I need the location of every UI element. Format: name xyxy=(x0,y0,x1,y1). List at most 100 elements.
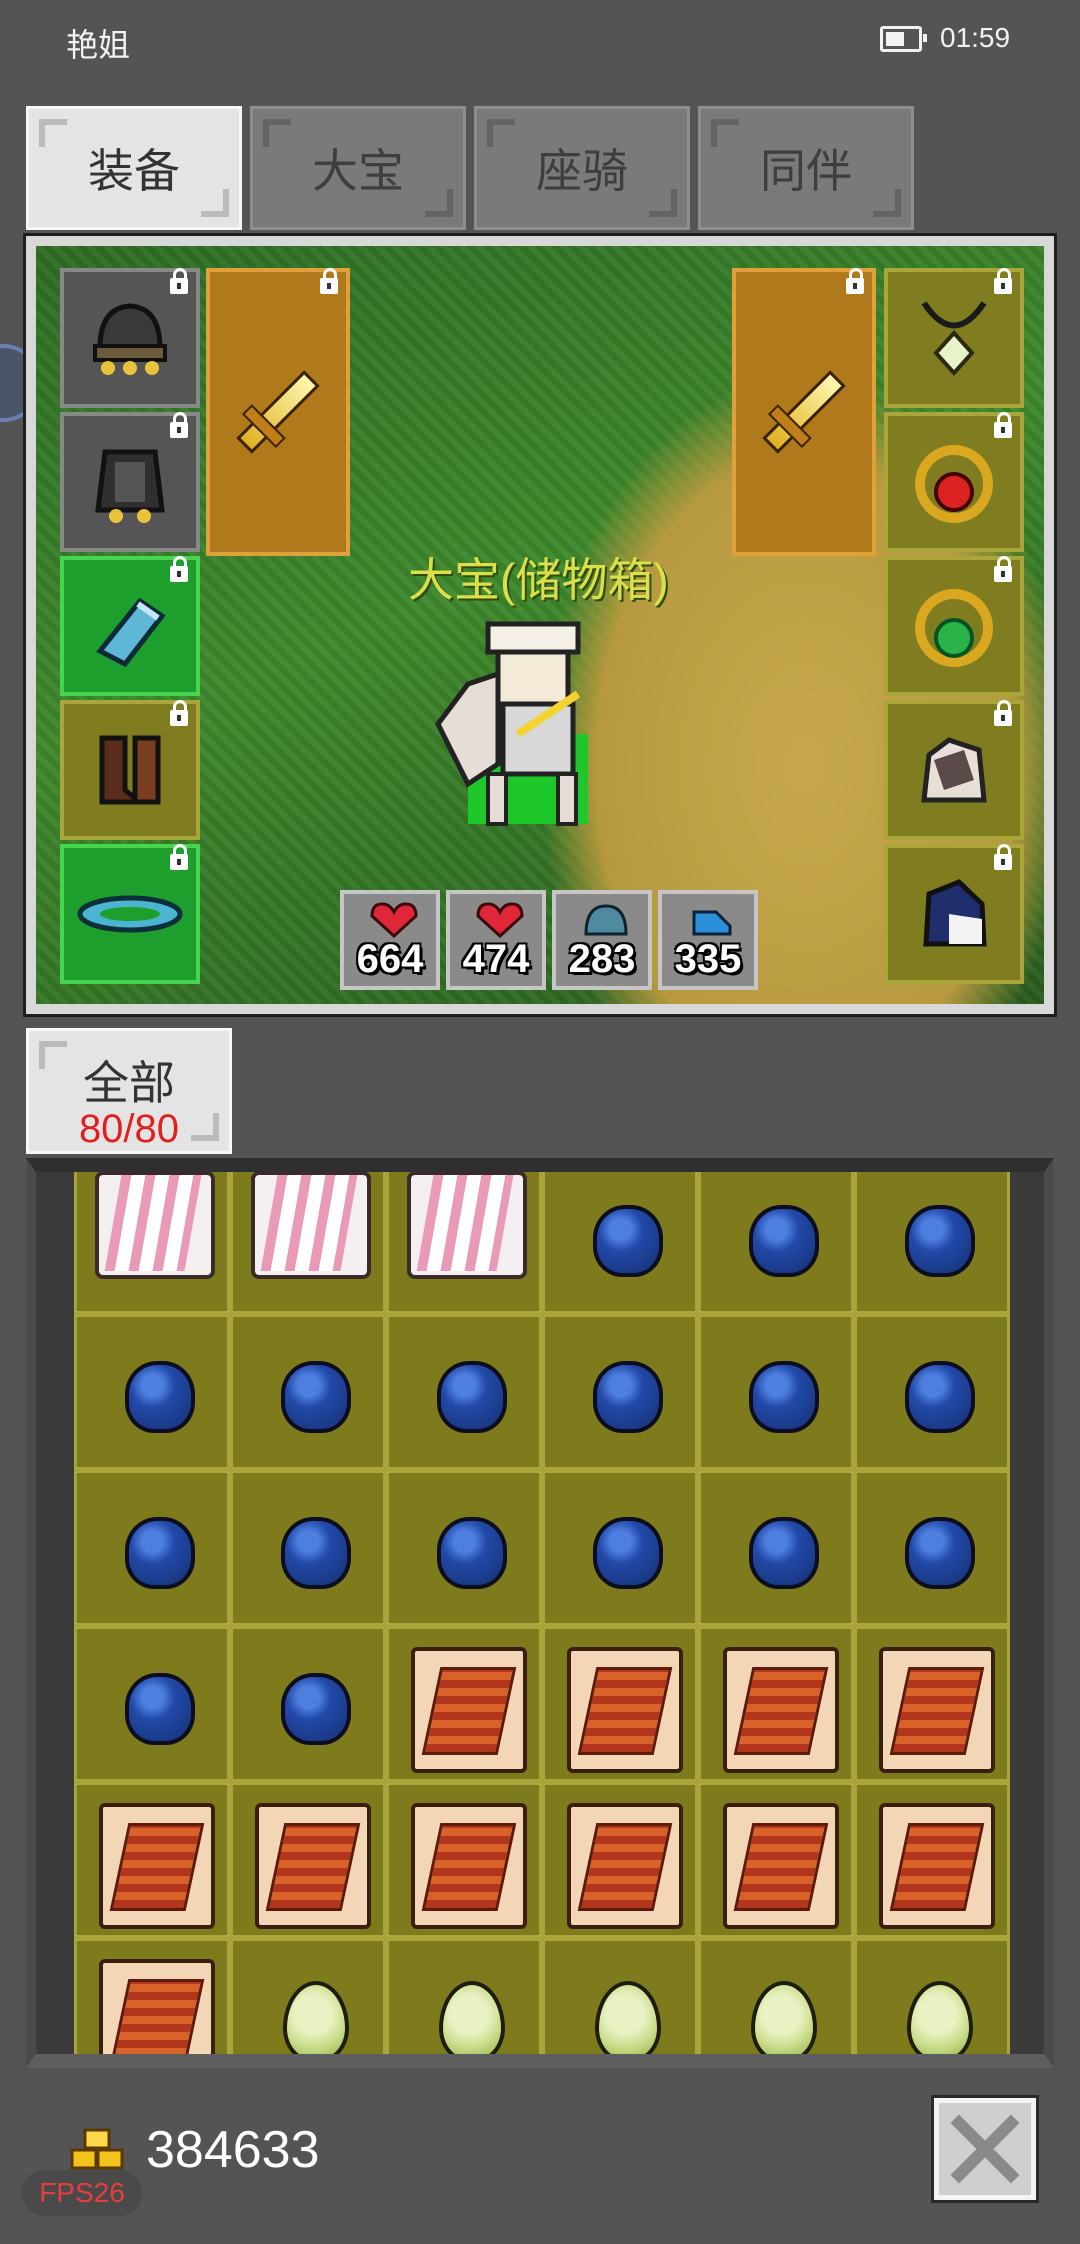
equip-slot-armor[interactable] xyxy=(60,412,200,552)
sword-icon xyxy=(762,370,846,454)
inventory-slot[interactable] xyxy=(698,1172,854,1314)
weapon-slot-off[interactable] xyxy=(732,268,876,556)
equip-slot-belt[interactable] xyxy=(60,844,200,984)
inventory-slot[interactable] xyxy=(542,1938,698,2054)
necklace-icon xyxy=(921,301,987,376)
inventory-slot[interactable] xyxy=(230,1782,386,1938)
ruby-ring-icon xyxy=(915,445,993,523)
inventory-slot[interactable] xyxy=(74,1172,230,1314)
inventory-slot[interactable] xyxy=(542,1172,698,1314)
gem-icon xyxy=(749,1361,819,1433)
inventory-slot[interactable] xyxy=(74,1782,230,1938)
feather-icon xyxy=(407,1172,527,1279)
inventory-slot[interactable] xyxy=(698,1782,854,1938)
inventory-slot[interactable] xyxy=(854,1172,1010,1314)
inventory-slot[interactable] xyxy=(698,1470,854,1626)
inventory-slot[interactable] xyxy=(386,1314,542,1470)
tab-mount[interactable]: 座骑 xyxy=(474,106,690,230)
tab-equipment[interactable]: 装备 xyxy=(26,106,242,230)
lock-icon xyxy=(994,844,1012,870)
inventory-slot[interactable] xyxy=(74,1470,230,1626)
inventory-slot[interactable] xyxy=(386,1172,542,1314)
inventory-slot[interactable] xyxy=(230,1172,386,1314)
gem-icon xyxy=(281,1517,351,1589)
egg-icon xyxy=(907,1981,973,2054)
egg-icon xyxy=(751,1981,817,2054)
lock-icon xyxy=(170,700,188,726)
sword-icon xyxy=(236,370,320,454)
emerald-ring-icon xyxy=(915,589,993,667)
inventory-slot[interactable] xyxy=(74,1314,230,1470)
weapon-slot-main[interactable] xyxy=(206,268,350,556)
character-sprite[interactable] xyxy=(428,614,628,834)
inventory-slot[interactable] xyxy=(542,1314,698,1470)
gem-icon xyxy=(125,1517,195,1589)
scroll-icon xyxy=(99,1959,215,2054)
close-icon xyxy=(950,2114,1020,2184)
egg-icon xyxy=(595,1981,661,2054)
inventory-slot[interactable] xyxy=(698,1314,854,1470)
inventory-slot[interactable] xyxy=(854,1938,1010,2054)
feather-icon xyxy=(251,1172,371,1279)
tab-companion[interactable]: 同伴 xyxy=(698,106,914,230)
fps-counter: FPS26 xyxy=(22,2170,142,2216)
inventory-slot[interactable] xyxy=(230,1938,386,2054)
scroll-icon xyxy=(411,1647,527,1773)
inventory-slot[interactable] xyxy=(386,1626,542,1782)
inventory-panel[interactable] xyxy=(26,1158,1054,2068)
gem-icon xyxy=(593,1361,663,1433)
gem-icon xyxy=(125,1361,195,1433)
lock-icon xyxy=(994,700,1012,726)
inventory-slot[interactable] xyxy=(698,1938,854,2054)
belt-icon xyxy=(77,895,183,933)
filter-label: 全部 xyxy=(83,1057,175,1109)
companion-icon xyxy=(923,879,987,947)
inventory-slot[interactable] xyxy=(74,1626,230,1782)
lock-icon xyxy=(994,268,1012,294)
inventory-slot[interactable] xyxy=(542,1626,698,1782)
inventory-slot[interactable] xyxy=(854,1314,1010,1470)
equip-slot-mount[interactable] xyxy=(884,700,1024,840)
lock-icon xyxy=(320,268,338,294)
equip-slot-boots[interactable] xyxy=(60,700,200,840)
scroll-icon xyxy=(99,1803,215,1929)
inventory-slot[interactable] xyxy=(230,1314,386,1470)
inventory-slot[interactable] xyxy=(74,1938,230,2054)
gold-coins-icon xyxy=(70,2128,124,2170)
inventory-slot[interactable] xyxy=(230,1470,386,1626)
inventory-slot[interactable] xyxy=(854,1782,1010,1938)
stat-speed: 335 xyxy=(658,890,758,990)
inventory-filter-all[interactable]: 全部 80/80 xyxy=(26,1028,232,1154)
gem-icon xyxy=(905,1205,975,1277)
inventory-slot[interactable] xyxy=(386,1782,542,1938)
equip-slot-helmet[interactable] xyxy=(60,268,200,408)
gem-icon xyxy=(437,1517,507,1589)
egg-icon xyxy=(283,1981,349,2054)
scroll-icon xyxy=(723,1647,839,1773)
boots-icon xyxy=(99,735,161,805)
battery-icon xyxy=(880,26,927,52)
gem-icon xyxy=(125,1673,195,1745)
inventory-slot[interactable] xyxy=(386,1938,542,2054)
scroll-icon xyxy=(879,1803,995,1929)
scroll-icon xyxy=(411,1803,527,1929)
stat-hp: 664 xyxy=(340,890,440,990)
inventory-slot[interactable] xyxy=(854,1626,1010,1782)
heart-gift-icon xyxy=(370,902,418,938)
equip-slot-ring-ruby[interactable] xyxy=(884,412,1024,552)
equip-slot-ring-emerald[interactable] xyxy=(884,556,1024,696)
inventory-slot[interactable] xyxy=(854,1470,1010,1626)
tab-dabao[interactable]: 大宝 xyxy=(250,106,466,230)
top-tabs: 装备 大宝 座骑 同伴 xyxy=(26,106,926,230)
inventory-slot[interactable] xyxy=(542,1782,698,1938)
lock-icon xyxy=(170,412,188,438)
inventory-slot[interactable] xyxy=(698,1626,854,1782)
close-button[interactable] xyxy=(931,2095,1039,2203)
equip-slot-necklace[interactable] xyxy=(884,268,1024,408)
equip-slot-gauntlet[interactable] xyxy=(60,556,200,696)
inventory-slot[interactable] xyxy=(386,1470,542,1626)
inventory-slot[interactable] xyxy=(230,1626,386,1782)
scroll-icon xyxy=(723,1803,839,1929)
equip-slot-companion[interactable] xyxy=(884,844,1024,984)
inventory-slot[interactable] xyxy=(542,1470,698,1626)
